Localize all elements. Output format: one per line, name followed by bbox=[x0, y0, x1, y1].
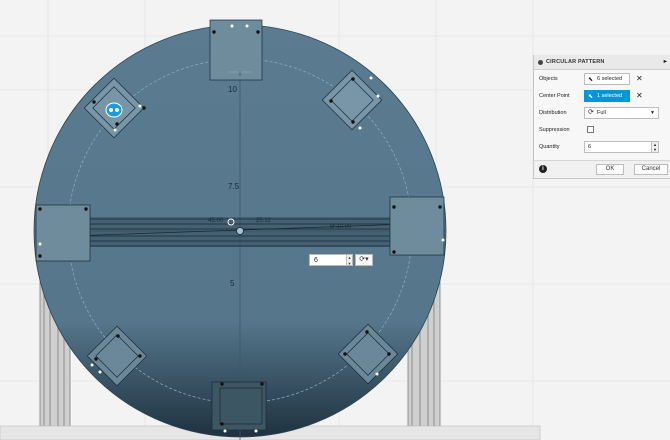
dimension-label-25[interactable]: 25.12 bbox=[256, 218, 271, 224]
panel-status-icon bbox=[538, 59, 543, 65]
axis-label-7-5: 7.5 bbox=[228, 182, 240, 191]
dimension-label-45[interactable]: 45.00 bbox=[208, 218, 223, 224]
quantity-label: Quantity bbox=[539, 143, 560, 150]
distribution-label: Distribution bbox=[539, 109, 567, 116]
center-point-label: Center Point bbox=[539, 92, 570, 99]
axis-label-10: 10 bbox=[228, 85, 237, 94]
rotate-icon: ⟳ bbox=[588, 108, 594, 116]
objects-selector[interactable]: ⬉ 6 selected bbox=[584, 72, 630, 85]
quantity-input[interactable]: 6 bbox=[584, 140, 652, 153]
center-point-selector[interactable]: ⬉ 1 selected bbox=[584, 89, 630, 102]
floating-quantity-input[interactable]: 6 ▲ ▼ ⟳▾ bbox=[309, 253, 379, 267]
clear-objects-icon[interactable]: ✕ bbox=[636, 74, 643, 83]
objects-value: 6 selected bbox=[597, 75, 623, 82]
center-point-row: Center Point ⬉ 1 selected ✕ bbox=[534, 87, 670, 104]
axis-label-5: 5 bbox=[230, 279, 235, 288]
info-icon[interactable]: i bbox=[539, 165, 547, 173]
floating-quantity-spinner[interactable]: ▲ ▼ bbox=[347, 254, 353, 266]
cancel-button[interactable]: Cancel bbox=[634, 164, 668, 175]
distribution-row: Distribution ⟳ Full ▼ bbox=[534, 104, 670, 121]
cursor-icon: ⬉ bbox=[588, 76, 594, 83]
ok-button[interactable]: OK bbox=[596, 164, 624, 175]
objects-label: Objects bbox=[539, 75, 558, 82]
distribution-dropdown[interactable]: ⟳ Full ▼ bbox=[584, 106, 659, 119]
suppression-checkbox[interactable] bbox=[587, 126, 594, 133]
panel-footer: i OK Cancel bbox=[534, 160, 670, 178]
panel-title: CIRCULAR PATTERN bbox=[546, 59, 605, 65]
circular-pattern-panel: CIRCULAR PATTERN ▸ Objects ⬉ 6 selected … bbox=[533, 55, 670, 179]
cursor-icon: ⬉ bbox=[588, 93, 594, 100]
suppression-row: Suppression bbox=[534, 121, 670, 138]
rotate-direction-icon[interactable]: ⟳▾ bbox=[355, 254, 373, 266]
distribution-value: Full bbox=[597, 109, 606, 116]
panel-header[interactable]: CIRCULAR PATTERN ▸ bbox=[534, 55, 670, 70]
chevron-down-icon: ▼ bbox=[650, 109, 655, 116]
clear-center-point-icon[interactable]: ✕ bbox=[636, 91, 643, 100]
objects-row: Objects ⬉ 6 selected ✕ bbox=[534, 70, 670, 87]
center-point-value: 1 selected bbox=[597, 92, 623, 99]
dimension-label-diameter[interactable]: Ø 10.00 bbox=[330, 224, 351, 230]
suppression-label: Suppression bbox=[539, 126, 570, 133]
center-point-marker[interactable] bbox=[236, 227, 244, 235]
collapse-icon[interactable]: ▸ bbox=[664, 58, 667, 65]
quantity-row: Quantity 6 ▲ ▼ bbox=[534, 138, 670, 155]
floating-quantity-value[interactable]: 6 bbox=[309, 254, 347, 266]
selection-icon[interactable] bbox=[105, 102, 123, 118]
quantity-stepper[interactable]: ▲ ▼ bbox=[652, 140, 659, 153]
